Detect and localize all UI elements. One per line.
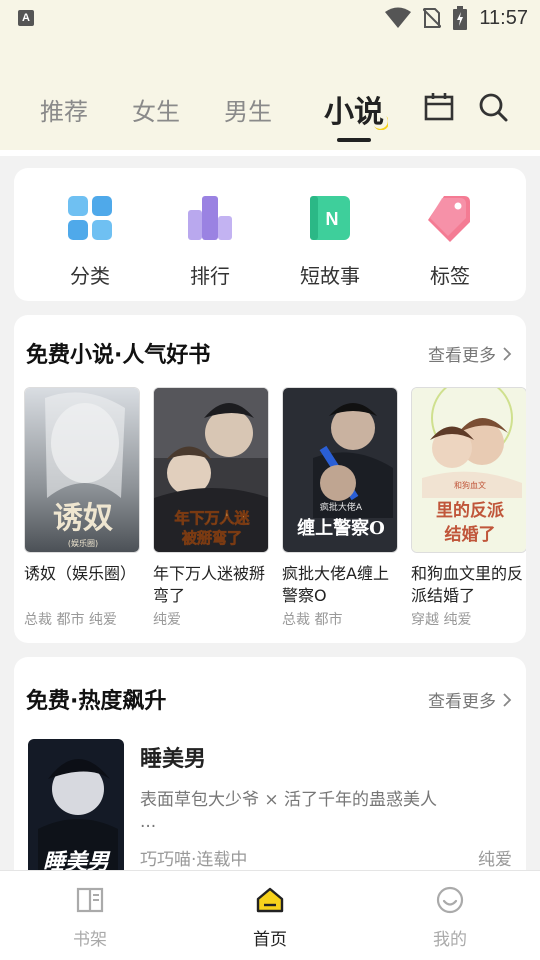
cover-title: 缠上警察O <box>297 517 385 539</box>
cover-subtitle: 和狗血文 <box>454 480 486 490</box>
book-tags: 穿越 纯爱 <box>411 612 472 628</box>
nav-profile[interactable]: 我的 <box>405 885 495 950</box>
section-title: 免费小说·人气好书 <box>26 343 211 368</box>
bottom-nav: 书架 首页 我的 <box>0 870 540 960</box>
book-cover: 疯批大佬A 缠上警察O <box>282 387 398 553</box>
moon-decoration-icon <box>374 116 388 130</box>
book-title: 诱奴（娱乐圈） <box>24 564 137 583</box>
app-notification-icon: A <box>18 10 34 26</box>
view-more-label: 查看更多 <box>428 346 496 366</box>
home-icon <box>256 887 284 913</box>
quick-nav-label: 排行 <box>190 264 230 288</box>
cover-title-line2: 被掰弯了 <box>182 529 242 547</box>
quick-nav-ranking[interactable]: 排行 <box>155 192 265 289</box>
hot-rising-section: 免费·热度飙升 查看更多 睡美男 睡美男 表面草包大少爷 × 活了千年的蛊惑美人… <box>14 657 526 887</box>
status-bar: A 11:57 <box>0 0 540 36</box>
book-tags: 总裁 都市 纯爱 <box>24 612 117 628</box>
chevron-right-icon <box>503 346 512 361</box>
category-grid-icon <box>68 196 112 240</box>
search-icon[interactable] <box>476 90 510 124</box>
nav-home[interactable]: 首页 <box>225 885 315 950</box>
nav-label: 首页 <box>253 930 287 950</box>
book-card[interactable]: 年下万人迷 被掰弯了 年下万人迷被掰弯了 纯爱 <box>153 387 271 629</box>
cover-subtitle: (娱乐圈) <box>68 538 98 548</box>
chevron-right-icon <box>503 692 512 707</box>
tab-female[interactable]: 女生 <box>132 92 180 127</box>
quick-nav-card: 分类 排行 N 短故事 标签 <box>14 168 526 301</box>
book-description: 表面草包大少爷 × 活了千年的蛊惑美人 ... <box>140 789 470 833</box>
cover-subtitle: 疯批大佬A <box>320 501 363 513</box>
bookshelf-icon <box>76 887 104 913</box>
book-cover: 年下万人迷 被掰弯了 <box>153 387 269 553</box>
book-author-status: 巧巧喵·连载中 <box>140 850 248 870</box>
book-tag: 纯爱 <box>478 850 512 870</box>
book-cover[interactable]: 睡美男 <box>28 739 124 887</box>
nav-bookshelf[interactable]: 书架 <box>45 885 135 950</box>
cover-title: 年下万人迷 <box>174 509 250 527</box>
cover-title-line2: 结婚了 <box>445 524 496 545</box>
book-title[interactable]: 睡美男 <box>140 741 206 773</box>
book-card[interactable]: 疯批大佬A 缠上警察O 疯批大佬A缠上警察O 总裁 都市 <box>282 387 400 629</box>
book-card[interactable]: 和狗血文 里的反派 结婚了 和狗血文里的反派结婚了 穿越 纯爱 <box>411 387 526 629</box>
calendar-icon[interactable] <box>422 90 456 124</box>
wifi-icon <box>385 7 412 28</box>
top-header: 推荐 女生 男生 小说 <box>0 36 540 150</box>
clock: 11:57 <box>479 6 528 29</box>
battery-charging-icon <box>453 6 468 30</box>
view-more-link[interactable]: 查看更多 <box>428 687 512 712</box>
quick-nav-category[interactable]: 分类 <box>35 192 145 289</box>
svg-text:N: N <box>326 209 339 229</box>
quick-nav-tags[interactable]: 标签 <box>395 192 505 289</box>
book-cover: 和狗血文 里的反派 结婚了 <box>411 387 526 553</box>
tab-recommend[interactable]: 推荐 <box>40 92 88 127</box>
view-more-link[interactable]: 查看更多 <box>428 341 512 366</box>
book-description-text: 表面草包大少爷 × 活了千年的蛊惑美人 <box>140 790 438 810</box>
view-more-label: 查看更多 <box>428 692 496 712</box>
book-tags: 纯爱 <box>153 612 181 628</box>
header-divider <box>0 150 540 156</box>
tab-male[interactable]: 男生 <box>224 92 272 127</box>
quick-nav-short-story[interactable]: N 短故事 <box>275 192 385 289</box>
quick-nav-label: 短故事 <box>300 264 360 288</box>
no-sim-icon <box>423 8 442 28</box>
book-title: 和狗血文里的反派结婚了 <box>411 564 524 605</box>
quick-nav-label: 分类 <box>70 264 110 288</box>
book-cover: 诱奴 (娱乐圈) <box>24 387 140 553</box>
nav-label: 书架 <box>73 930 107 950</box>
book-tags: 总裁 都市 <box>282 612 343 628</box>
short-story-icon: N <box>310 196 350 240</box>
book-card[interactable]: 诱奴 (娱乐圈) 诱奴（娱乐圈） 总裁 都市 纯爱 <box>24 387 142 629</box>
nav-label: 我的 <box>433 930 467 950</box>
cover-title: 里的反派 <box>436 500 505 521</box>
book-title: 疯批大佬A缠上警察O <box>282 564 389 605</box>
section-title: 免费·热度飙升 <box>26 689 167 714</box>
book-description-ellipsis: ... <box>140 812 157 832</box>
quick-nav-label: 标签 <box>430 264 470 288</box>
book-title: 年下万人迷被掰弯了 <box>153 564 266 605</box>
ranking-bars-icon <box>188 196 232 240</box>
free-novels-section: 免费小说·人气好书 查看更多 诱奴 (娱乐圈) 诱奴（娱乐圈） 总裁 都市 纯爱 <box>14 315 526 643</box>
active-tab-indicator <box>337 138 371 142</box>
cover-title: 诱奴 <box>53 501 113 536</box>
tag-icon <box>428 196 470 242</box>
profile-smile-icon <box>436 886 464 914</box>
